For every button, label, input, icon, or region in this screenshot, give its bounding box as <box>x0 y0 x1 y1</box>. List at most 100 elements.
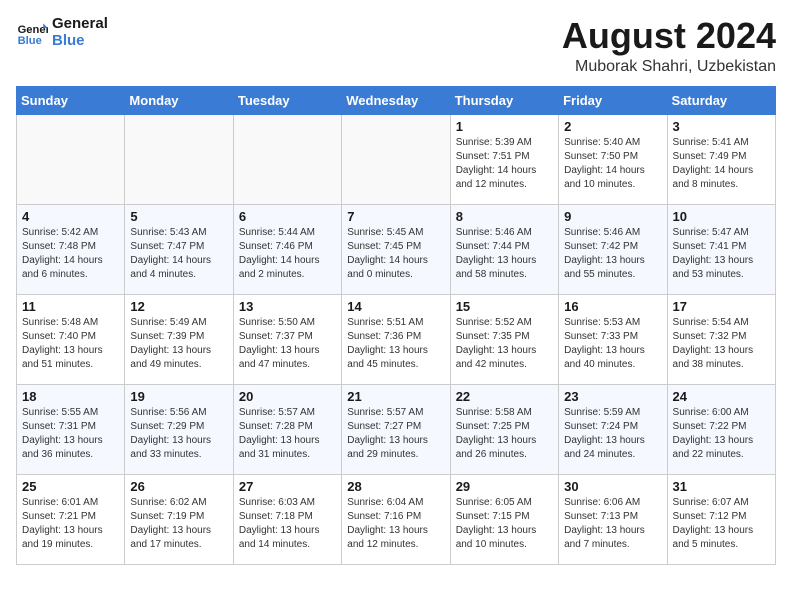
calendar-cell: 9 Sunrise: 5:46 AMSunset: 7:42 PMDaylight… <box>559 204 667 294</box>
day-number: 4 <box>22 209 119 224</box>
weekday-header-monday: Monday <box>125 86 233 114</box>
day-info: Sunrise: 5:50 AMSunset: 7:37 PMDaylight:… <box>239 316 336 372</box>
week-row-2: 4 Sunrise: 5:42 AMSunset: 7:48 PMDaylight… <box>17 204 776 294</box>
calendar-cell: 19 Sunrise: 5:56 AMSunset: 7:29 PMDayligh… <box>125 384 233 474</box>
day-info: Sunrise: 5:59 AMSunset: 7:24 PMDaylight:… <box>564 406 661 462</box>
day-number: 25 <box>22 479 119 494</box>
week-row-4: 18 Sunrise: 5:55 AMSunset: 7:31 PMDayligh… <box>17 384 776 474</box>
calendar-cell: 4 Sunrise: 5:42 AMSunset: 7:48 PMDaylight… <box>17 204 125 294</box>
day-number: 29 <box>456 479 553 494</box>
calendar-cell: 13Sunrise: 5:50 AMSunset: 7:37 PMDayligh… <box>233 294 341 384</box>
day-number: 11 <box>22 299 119 314</box>
calendar-cell: 18 Sunrise: 5:55 AMSunset: 7:31 PMDayligh… <box>17 384 125 474</box>
month-title: August 2024 <box>562 16 776 56</box>
day-number: 12 <box>130 299 227 314</box>
day-info: Sunrise: 5:47 AMSunset: 7:41 PMDaylight:… <box>673 226 770 282</box>
calendar-cell: 21 Sunrise: 5:57 AMSunset: 7:27 PMDayligh… <box>342 384 450 474</box>
weekday-header-tuesday: Tuesday <box>233 86 341 114</box>
day-info: Sunrise: 5:41 AMSunset: 7:49 PMDaylight:… <box>673 136 770 192</box>
day-info: Sunrise: 5:43 AMSunset: 7:47 PMDaylight:… <box>130 226 227 282</box>
day-info: Sunrise: 5:46 AMSunset: 7:44 PMDaylight:… <box>456 226 553 282</box>
calendar-cell: 27 Sunrise: 6:03 AMSunset: 7:18 PMDayligh… <box>233 474 341 564</box>
calendar-cell: 22 Sunrise: 5:58 AMSunset: 7:25 PMDayligh… <box>450 384 558 474</box>
calendar-cell <box>233 114 341 204</box>
logo-icon: General Blue <box>16 17 48 49</box>
weekday-header-thursday: Thursday <box>450 86 558 114</box>
day-info: Sunrise: 5:39 AMSunset: 7:51 PMDaylight:… <box>456 136 553 192</box>
day-info: Sunrise: 5:44 AMSunset: 7:46 PMDaylight:… <box>239 226 336 282</box>
day-info: Sunrise: 5:58 AMSunset: 7:25 PMDaylight:… <box>456 406 553 462</box>
week-row-1: 1 Sunrise: 5:39 AMSunset: 7:51 PMDaylight… <box>17 114 776 204</box>
day-info: Sunrise: 5:46 AMSunset: 7:42 PMDaylight:… <box>564 226 661 282</box>
calendar-cell: 29 Sunrise: 6:05 AMSunset: 7:15 PMDayligh… <box>450 474 558 564</box>
day-info: Sunrise: 6:02 AMSunset: 7:19 PMDaylight:… <box>130 496 227 552</box>
day-info: Sunrise: 6:06 AMSunset: 7:13 PMDaylight:… <box>564 496 661 552</box>
day-number: 3 <box>673 119 770 134</box>
calendar-cell: 16Sunrise: 5:53 AMSunset: 7:33 PMDayligh… <box>559 294 667 384</box>
day-info: Sunrise: 5:48 AMSunset: 7:40 PMDaylight:… <box>22 316 119 372</box>
day-number: 6 <box>239 209 336 224</box>
logo-general: General <box>52 16 108 33</box>
day-number: 9 <box>564 209 661 224</box>
calendar-cell: 25Sunrise: 6:01 AMSunset: 7:21 PMDayligh… <box>17 474 125 564</box>
logo: General Blue General Blue <box>16 16 108 49</box>
weekday-header-friday: Friday <box>559 86 667 114</box>
location-title: Muborak Shahri, Uzbekistan <box>562 58 776 76</box>
day-info: Sunrise: 5:45 AMSunset: 7:45 PMDaylight:… <box>347 226 444 282</box>
day-info: Sunrise: 5:42 AMSunset: 7:48 PMDaylight:… <box>22 226 119 282</box>
calendar-cell: 15Sunrise: 5:52 AMSunset: 7:35 PMDayligh… <box>450 294 558 384</box>
day-info: Sunrise: 5:56 AMSunset: 7:29 PMDaylight:… <box>130 406 227 462</box>
day-info: Sunrise: 5:51 AMSunset: 7:36 PMDaylight:… <box>347 316 444 372</box>
calendar-cell: 30Sunrise: 6:06 AMSunset: 7:13 PMDayligh… <box>559 474 667 564</box>
calendar-cell: 5 Sunrise: 5:43 AMSunset: 7:47 PMDaylight… <box>125 204 233 294</box>
day-number: 15 <box>456 299 553 314</box>
day-number: 28 <box>347 479 444 494</box>
logo-blue: Blue <box>52 33 108 50</box>
day-info: Sunrise: 6:00 AMSunset: 7:22 PMDaylight:… <box>673 406 770 462</box>
day-number: 8 <box>456 209 553 224</box>
calendar-cell: 1 Sunrise: 5:39 AMSunset: 7:51 PMDaylight… <box>450 114 558 204</box>
day-info: Sunrise: 5:54 AMSunset: 7:32 PMDaylight:… <box>673 316 770 372</box>
day-info: Sunrise: 6:03 AMSunset: 7:18 PMDaylight:… <box>239 496 336 552</box>
week-row-3: 11 Sunrise: 5:48 AMSunset: 7:40 PMDayligh… <box>17 294 776 384</box>
weekday-header-saturday: Saturday <box>667 86 775 114</box>
header: General Blue General Blue August 2024 Mu… <box>16 16 776 76</box>
calendar-cell: 26 Sunrise: 6:02 AMSunset: 7:19 PMDayligh… <box>125 474 233 564</box>
calendar-cell: 23Sunrise: 5:59 AMSunset: 7:24 PMDayligh… <box>559 384 667 474</box>
day-info: Sunrise: 5:57 AMSunset: 7:28 PMDaylight:… <box>239 406 336 462</box>
calendar-cell: 8 Sunrise: 5:46 AMSunset: 7:44 PMDaylight… <box>450 204 558 294</box>
day-number: 7 <box>347 209 444 224</box>
weekday-header-wednesday: Wednesday <box>342 86 450 114</box>
day-number: 14 <box>347 299 444 314</box>
day-info: Sunrise: 6:05 AMSunset: 7:15 PMDaylight:… <box>456 496 553 552</box>
day-number: 1 <box>456 119 553 134</box>
calendar-cell <box>17 114 125 204</box>
day-info: Sunrise: 5:55 AMSunset: 7:31 PMDaylight:… <box>22 406 119 462</box>
calendar-cell: 24 Sunrise: 6:00 AMSunset: 7:22 PMDayligh… <box>667 384 775 474</box>
day-number: 27 <box>239 479 336 494</box>
calendar-cell: 2 Sunrise: 5:40 AMSunset: 7:50 PMDaylight… <box>559 114 667 204</box>
calendar-cell: 14 Sunrise: 5:51 AMSunset: 7:36 PMDayligh… <box>342 294 450 384</box>
day-info: Sunrise: 5:57 AMSunset: 7:27 PMDaylight:… <box>347 406 444 462</box>
day-info: Sunrise: 6:04 AMSunset: 7:16 PMDaylight:… <box>347 496 444 552</box>
day-number: 10 <box>673 209 770 224</box>
day-number: 22 <box>456 389 553 404</box>
day-number: 21 <box>347 389 444 404</box>
calendar-table: SundayMondayTuesdayWednesdayThursdayFrid… <box>16 86 776 565</box>
day-info: Sunrise: 5:40 AMSunset: 7:50 PMDaylight:… <box>564 136 661 192</box>
title-area: August 2024 Muborak Shahri, Uzbekistan <box>562 16 776 76</box>
day-number: 19 <box>130 389 227 404</box>
day-number: 24 <box>673 389 770 404</box>
day-number: 26 <box>130 479 227 494</box>
day-number: 17 <box>673 299 770 314</box>
week-row-5: 25Sunrise: 6:01 AMSunset: 7:21 PMDayligh… <box>17 474 776 564</box>
day-number: 18 <box>22 389 119 404</box>
day-info: Sunrise: 5:49 AMSunset: 7:39 PMDaylight:… <box>130 316 227 372</box>
day-number: 5 <box>130 209 227 224</box>
calendar-cell <box>342 114 450 204</box>
day-number: 16 <box>564 299 661 314</box>
day-number: 2 <box>564 119 661 134</box>
calendar-cell: 3 Sunrise: 5:41 AMSunset: 7:49 PMDaylight… <box>667 114 775 204</box>
calendar-cell: 11 Sunrise: 5:48 AMSunset: 7:40 PMDayligh… <box>17 294 125 384</box>
calendar-cell: 7 Sunrise: 5:45 AMSunset: 7:45 PMDaylight… <box>342 204 450 294</box>
